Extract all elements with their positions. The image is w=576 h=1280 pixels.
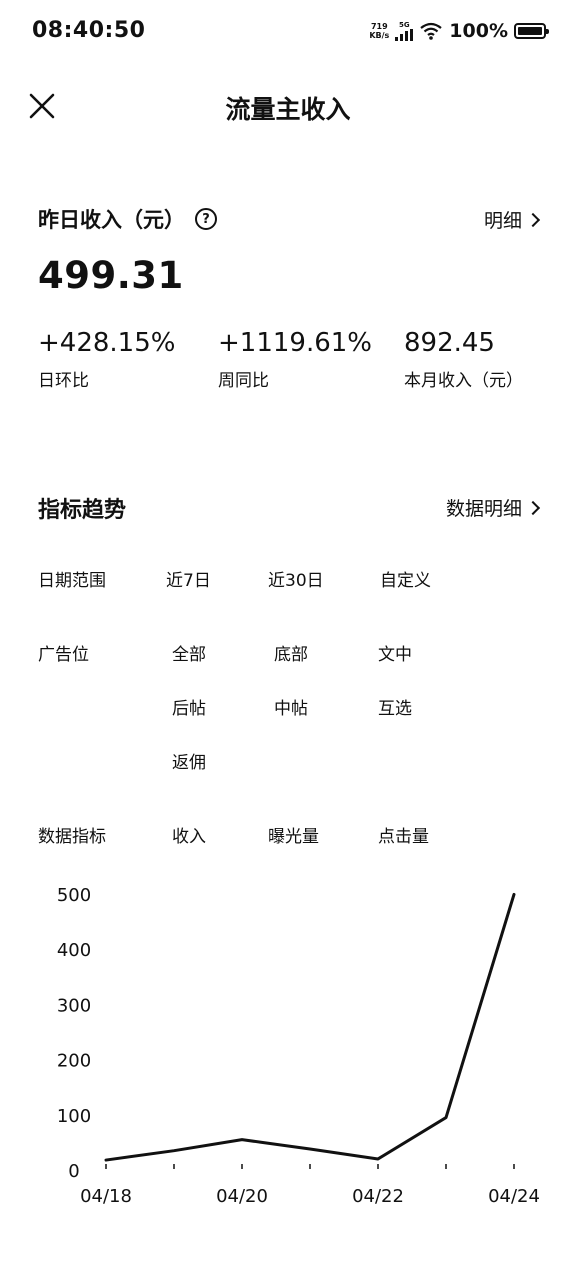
y-tick-label: 200: [57, 1051, 91, 1072]
help-circle-icon[interactable]: ?: [195, 208, 217, 230]
income-trend-chart: 0 100 200 300 400 500 04/18 04/20 04/22 04/24: [57, 885, 540, 1207]
ad-slot-in-article[interactable]: 文中: [378, 640, 412, 665]
trend-header: 指标趋势 数据明细: [38, 492, 541, 526]
date-option-custom[interactable]: 自定义: [380, 566, 431, 591]
status-time: 08:40:50: [32, 18, 146, 43]
nav-bar: 流量主收入: [0, 74, 576, 138]
yesterday-income-header: 昨日收入（元） ? 明细: [38, 204, 541, 236]
wifi-icon: [420, 22, 442, 40]
ad-slot-label: 广告位: [38, 645, 89, 665]
ad-slot-filter: 广告位 全部 底部 文中 后帖 中帖 互选 返佣: [38, 640, 558, 780]
ad-slot-all[interactable]: 全部: [172, 640, 206, 665]
trend-title: 指标趋势: [38, 498, 127, 523]
x-tick-label: 04/22: [352, 1186, 404, 1207]
date-option-30d[interactable]: 近30日: [268, 566, 324, 591]
stat-value: +428.15%: [38, 328, 176, 358]
metric-income[interactable]: 收入: [172, 822, 206, 847]
data-detail-label: 数据明细: [445, 498, 522, 520]
data-detail-link[interactable]: 数据明细: [445, 494, 541, 521]
stat-label: 周同比: [218, 371, 269, 391]
signal-label: 5G: [398, 21, 410, 29]
metric-label: 数据指标: [38, 827, 106, 847]
network-speed-unit: KB/s: [369, 31, 390, 40]
battery-icon: [514, 23, 549, 39]
y-tick-label: 400: [57, 940, 91, 961]
stat-week-over-week: +1119.61% 周同比: [218, 328, 372, 391]
chevron-right-icon: [525, 500, 541, 515]
network-speed: 719 KB/s: [369, 22, 389, 40]
yesterday-income-label: 昨日收入（元） ?: [38, 204, 217, 234]
income-detail-label: 明细: [483, 210, 522, 232]
stat-label: 本月收入（元）: [404, 371, 523, 391]
yesterday-income-amount: 499.31: [38, 254, 184, 297]
ad-slot-post[interactable]: 后帖: [172, 694, 206, 719]
battery-percent: 100%: [449, 20, 508, 42]
income-stats: +428.15% 日环比 +1119.61% 周同比 892.45 本月收入（元…: [38, 328, 558, 398]
ad-slot-bottom[interactable]: 底部: [274, 640, 308, 665]
x-tick-label: 04/24: [488, 1186, 540, 1207]
y-tick-label: 500: [57, 885, 91, 906]
y-tick-label: 100: [57, 1106, 91, 1127]
ad-slot-rebate[interactable]: 返佣: [172, 748, 206, 773]
y-tick-label: 300: [57, 995, 91, 1016]
metric-filter: 数据指标 收入 曝光量 点击量: [38, 822, 558, 848]
y-tick-label: 0: [68, 1161, 79, 1182]
x-tick-label: 04/18: [80, 1186, 132, 1207]
network-speed-value: 719: [370, 22, 388, 31]
income-detail-link[interactable]: 明细: [483, 206, 541, 233]
x-tick-label: 04/20: [216, 1186, 268, 1207]
stat-month-income: 892.45 本月收入（元）: [404, 328, 523, 391]
cellular-signal-icon: 5G: [395, 21, 414, 41]
ad-slot-mid[interactable]: 中帖: [274, 694, 308, 719]
ad-slot-mutual[interactable]: 互选: [378, 694, 412, 719]
yesterday-income-text: 昨日收入（元）: [38, 208, 185, 232]
metric-impressions[interactable]: 曝光量: [268, 822, 319, 847]
stat-label: 日环比: [38, 371, 89, 391]
date-range-filter: 日期范围 近7日 近30日 自定义: [38, 566, 558, 592]
date-range-label: 日期范围: [38, 571, 106, 591]
status-icons: 719 KB/s 5G 100%: [369, 20, 549, 42]
chevron-right-icon: [525, 212, 541, 227]
series-line: [104, 892, 516, 1162]
stat-value: +1119.61%: [218, 328, 373, 358]
stat-day-over-day: +428.15% 日环比: [38, 328, 175, 391]
metric-clicks[interactable]: 点击量: [378, 822, 429, 847]
stat-value: 892.45: [404, 328, 495, 358]
status-bar: 08:40:50 719 KB/s 5G 100%: [0, 0, 576, 64]
page-title: 流量主收入: [225, 95, 351, 124]
date-option-7d[interactable]: 近7日: [166, 566, 211, 591]
